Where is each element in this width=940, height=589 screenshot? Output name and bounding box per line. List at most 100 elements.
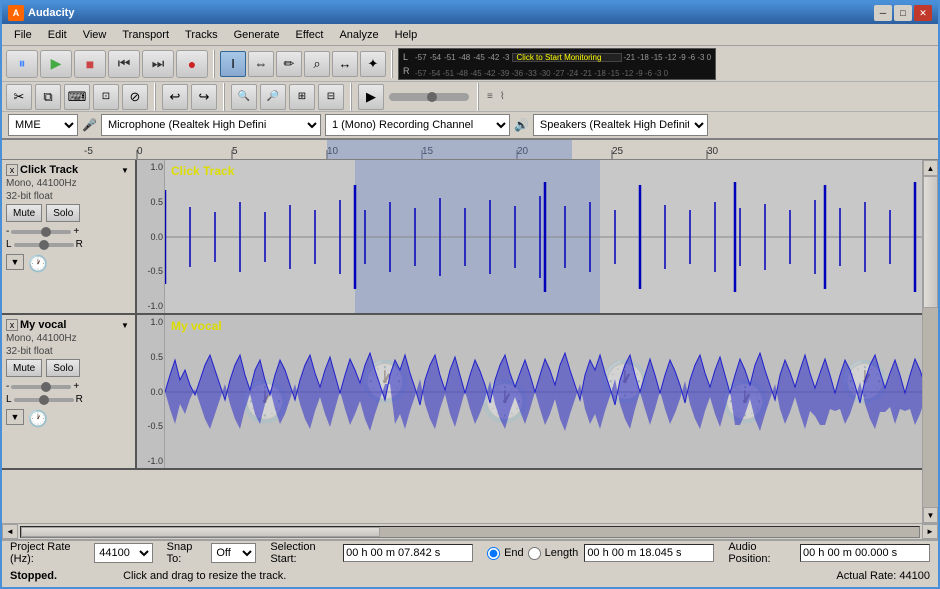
audio-interface-select[interactable]: MME <box>8 114 78 136</box>
cut-button[interactable]: ✂ <box>6 84 32 110</box>
tracks-inner: x Click Track ▼ Mono, 44100Hz 32-bit flo… <box>2 160 922 523</box>
menu-analyze[interactable]: Analyze <box>331 27 386 43</box>
speaker-icon: 🔊 <box>514 118 529 132</box>
stop-button[interactable]: ■ <box>74 50 106 78</box>
paste-button[interactable]: ⌨ <box>64 84 90 110</box>
actual-rate-text: Actual Rate: 44100 <box>836 570 930 582</box>
vocal-mute-button[interactable]: Mute <box>6 359 42 377</box>
vocal-volume-slider[interactable] <box>11 385 71 389</box>
selection-start-label: Selection Start: <box>270 541 337 565</box>
menu-bar: File Edit View Transport Tracks Generate… <box>2 24 938 46</box>
close-button[interactable]: ✕ <box>914 5 932 21</box>
selection-tool[interactable]: I <box>220 51 246 77</box>
length-radio[interactable] <box>528 547 541 560</box>
zoom-in-button[interactable]: 🔍 <box>231 84 257 110</box>
track-dropdown[interactable]: ▼ <box>119 164 131 176</box>
menu-tracks[interactable]: Tracks <box>177 27 226 43</box>
audio-pos-label: Audio Position: <box>728 541 794 565</box>
menu-help[interactable]: Help <box>387 27 426 43</box>
svg-text:-5: -5 <box>84 146 93 157</box>
microphone-select[interactable]: Microphone (Realtek High Defini <box>101 114 321 136</box>
h-scroll-thumb[interactable] <box>21 527 380 537</box>
vocal-pan-slider[interactable] <box>14 398 74 402</box>
vocal-vol-minus: - <box>6 381 9 392</box>
silence-button[interactable]: ⊘ <box>122 84 148 110</box>
rewind-button[interactable]: ⏮ <box>108 50 140 78</box>
end-radio[interactable] <box>487 547 500 560</box>
speed-slider[interactable] <box>389 93 469 101</box>
solo-button[interactable]: Solo <box>46 204 80 222</box>
svg-text:5: 5 <box>232 146 238 157</box>
click-track-waveform[interactable]: 1.0 0.5 0.0 -0.5 -1.0 <box>137 160 922 313</box>
menu-effect[interactable]: Effect <box>288 27 332 43</box>
vocal-track-close[interactable]: x <box>6 319 18 331</box>
vu-R-label: R <box>403 66 413 76</box>
track-info-1: Mono, 44100Hz <box>6 178 131 189</box>
separator-1 <box>213 50 215 78</box>
vocal-track-label: My vocal <box>171 319 222 333</box>
trim-button[interactable]: ⊡ <box>93 84 119 110</box>
undo-button[interactable]: ↩ <box>162 84 188 110</box>
track-close-button[interactable]: x <box>6 164 18 176</box>
vol-minus: - <box>6 226 9 237</box>
vocal-collapse-button[interactable]: ▼ <box>6 409 24 425</box>
vocal-track-waveform[interactable]: 1.0 0.5 0.0 -0.5 -1.0 🕐 🕐 🕐 <box>137 315 922 468</box>
v-scroll-track[interactable] <box>923 176 938 507</box>
menu-transport[interactable]: Transport <box>114 27 177 43</box>
record-button[interactable]: ● <box>176 50 208 78</box>
multitool[interactable]: ✦ <box>360 51 386 77</box>
project-rate-select[interactable]: 44100 <box>94 543 152 563</box>
horizontal-scrollbar[interactable]: ◄ ► <box>2 523 938 539</box>
mute-button[interactable]: Mute <box>6 204 42 222</box>
fit-project-button[interactable]: ⊞ <box>289 84 315 110</box>
snap-to-select[interactable]: Off <box>211 543 256 563</box>
envelope-tool[interactable]: ⇔ <box>248 51 274 77</box>
zoom-out-button[interactable]: 🔎 <box>260 84 286 110</box>
forward-button[interactable]: ⏭ <box>142 50 174 78</box>
scroll-left-button[interactable]: ◄ <box>2 524 18 539</box>
device-bar: MME 🎤 Microphone (Realtek High Defini 1 … <box>2 112 938 140</box>
maximize-button[interactable]: □ <box>894 5 912 21</box>
play-button[interactable]: ▶ <box>40 50 72 78</box>
v-scroll-thumb[interactable] <box>923 176 938 308</box>
svg-text:30: 30 <box>707 146 719 157</box>
vocal-solo-button[interactable]: Solo <box>46 359 80 377</box>
minimize-button[interactable]: ─ <box>874 5 892 21</box>
selection-end-input[interactable] <box>584 544 714 562</box>
click-track-controls: x Click Track ▼ Mono, 44100Hz 32-bit flo… <box>2 160 137 313</box>
copy-button[interactable]: ⧉ <box>35 84 61 110</box>
menu-edit[interactable]: Edit <box>40 27 75 43</box>
end-label: End <box>504 547 524 559</box>
separator-2 <box>391 50 393 78</box>
pan-R: R <box>76 239 83 250</box>
play-at-speed-button[interactable]: ▶ <box>358 84 384 110</box>
click-track-scale: 1.0 0.5 0.0 -0.5 -1.0 <box>137 160 165 313</box>
scroll-right-button[interactable]: ► <box>922 524 938 539</box>
audio-pos-input[interactable] <box>800 544 930 562</box>
fit-selection-button[interactable]: ⊟ <box>318 84 344 110</box>
scroll-up-button[interactable]: ▲ <box>923 160 938 176</box>
collapse-button[interactable]: ▼ <box>6 254 24 270</box>
volume-slider[interactable] <box>11 230 71 234</box>
timeshift-tool[interactable]: ↔ <box>332 51 358 77</box>
draw-tool[interactable]: ✏ <box>276 51 302 77</box>
speaker-select[interactable]: Speakers (Realtek High Definiti <box>533 114 708 136</box>
pan-slider[interactable] <box>14 243 74 247</box>
start-monitoring-btn[interactable]: Click to Start Monitoring <box>512 53 622 62</box>
menu-file[interactable]: File <box>6 27 40 43</box>
vertical-scrollbar[interactable]: ▲ ▼ <box>922 160 938 523</box>
menu-generate[interactable]: Generate <box>226 27 288 43</box>
vocal-pan-R: R <box>76 394 83 405</box>
channel-select[interactable]: 1 (Mono) Recording Channel <box>325 114 510 136</box>
redo-button[interactable]: ↪ <box>191 84 217 110</box>
pause-button[interactable]: ⏸ <box>6 50 38 78</box>
vocal-dropdown[interactable]: ▼ <box>119 319 131 331</box>
zoom-tool[interactable]: ⌕ <box>304 51 330 77</box>
menu-view[interactable]: View <box>75 27 115 43</box>
scroll-down-button[interactable]: ▼ <box>923 507 938 523</box>
h-scroll-track[interactable] <box>20 526 920 538</box>
status-message-row: Stopped. Click and drag to resize the tr… <box>2 565 938 587</box>
vu-L-label: L <box>403 52 413 62</box>
svg-text:0: 0 <box>137 146 143 157</box>
selection-start-input[interactable] <box>343 544 473 562</box>
